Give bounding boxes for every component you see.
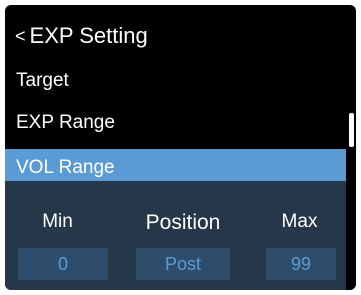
header: < EXP Setting [5, 19, 148, 53]
min-label: Min [42, 211, 73, 232]
max-label: Max [281, 211, 318, 232]
range-panel: Min 0 Position Post Max 99 [5, 181, 346, 290]
min-value-field[interactable]: 0 [18, 248, 108, 280]
max-value-field[interactable]: 99 [266, 248, 336, 280]
scrollbar[interactable] [349, 113, 354, 147]
back-button[interactable]: < EXP Setting [5, 23, 148, 49]
position-value-field[interactable]: Post [136, 248, 230, 280]
menu-item-target[interactable]: Target [5, 61, 346, 103]
page-title: EXP Setting [29, 23, 148, 48]
settings-menu: Target EXP Range VOL Range [5, 61, 346, 187]
menu-item-exp-range[interactable]: EXP Range [5, 103, 346, 145]
chevron-left-icon: < [15, 26, 26, 46]
position-label: Position [145, 211, 221, 234]
device-screen: < EXP Setting Target EXP Range VOL Range… [5, 5, 356, 290]
